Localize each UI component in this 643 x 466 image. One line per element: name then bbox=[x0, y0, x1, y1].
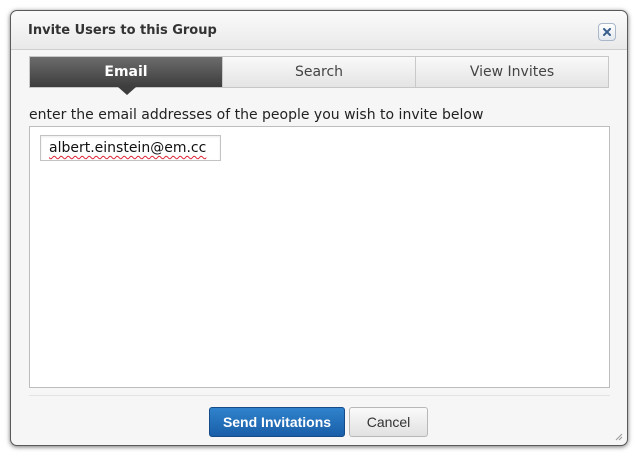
cancel-button[interactable]: Cancel bbox=[349, 407, 428, 437]
tab-search-label: Search bbox=[294, 64, 344, 80]
tab-search[interactable]: Search bbox=[222, 57, 415, 87]
invite-users-dialog: Invite Users to this Group Email Search … bbox=[10, 10, 628, 446]
close-icon bbox=[603, 28, 611, 36]
email-entry-text: albert.einstein@em.cc bbox=[49, 140, 207, 156]
tab-email-label: Email bbox=[104, 64, 148, 80]
tab-view-invites[interactable]: View Invites bbox=[415, 57, 608, 87]
email-instructions: enter the email addresses of the people … bbox=[29, 107, 484, 123]
dialog-titlebar[interactable]: Invite Users to this Group bbox=[11, 11, 627, 50]
resize-grip-icon[interactable] bbox=[614, 432, 623, 441]
tab-email[interactable]: Email bbox=[30, 57, 222, 87]
email-entry[interactable]: albert.einstein@em.cc bbox=[40, 135, 221, 161]
tab-bar: Email Search View Invites bbox=[29, 56, 609, 95]
dialog-title: Invite Users to this Group bbox=[28, 23, 217, 38]
send-invitations-button[interactable]: Send Invitations bbox=[209, 407, 345, 437]
close-button[interactable] bbox=[598, 23, 616, 41]
active-tab-pointer bbox=[118, 87, 136, 95]
tab-view-invites-label: View Invites bbox=[469, 64, 555, 80]
footer-divider bbox=[29, 395, 610, 396]
email-addresses-input[interactable]: albert.einstein@em.cc bbox=[29, 126, 610, 388]
